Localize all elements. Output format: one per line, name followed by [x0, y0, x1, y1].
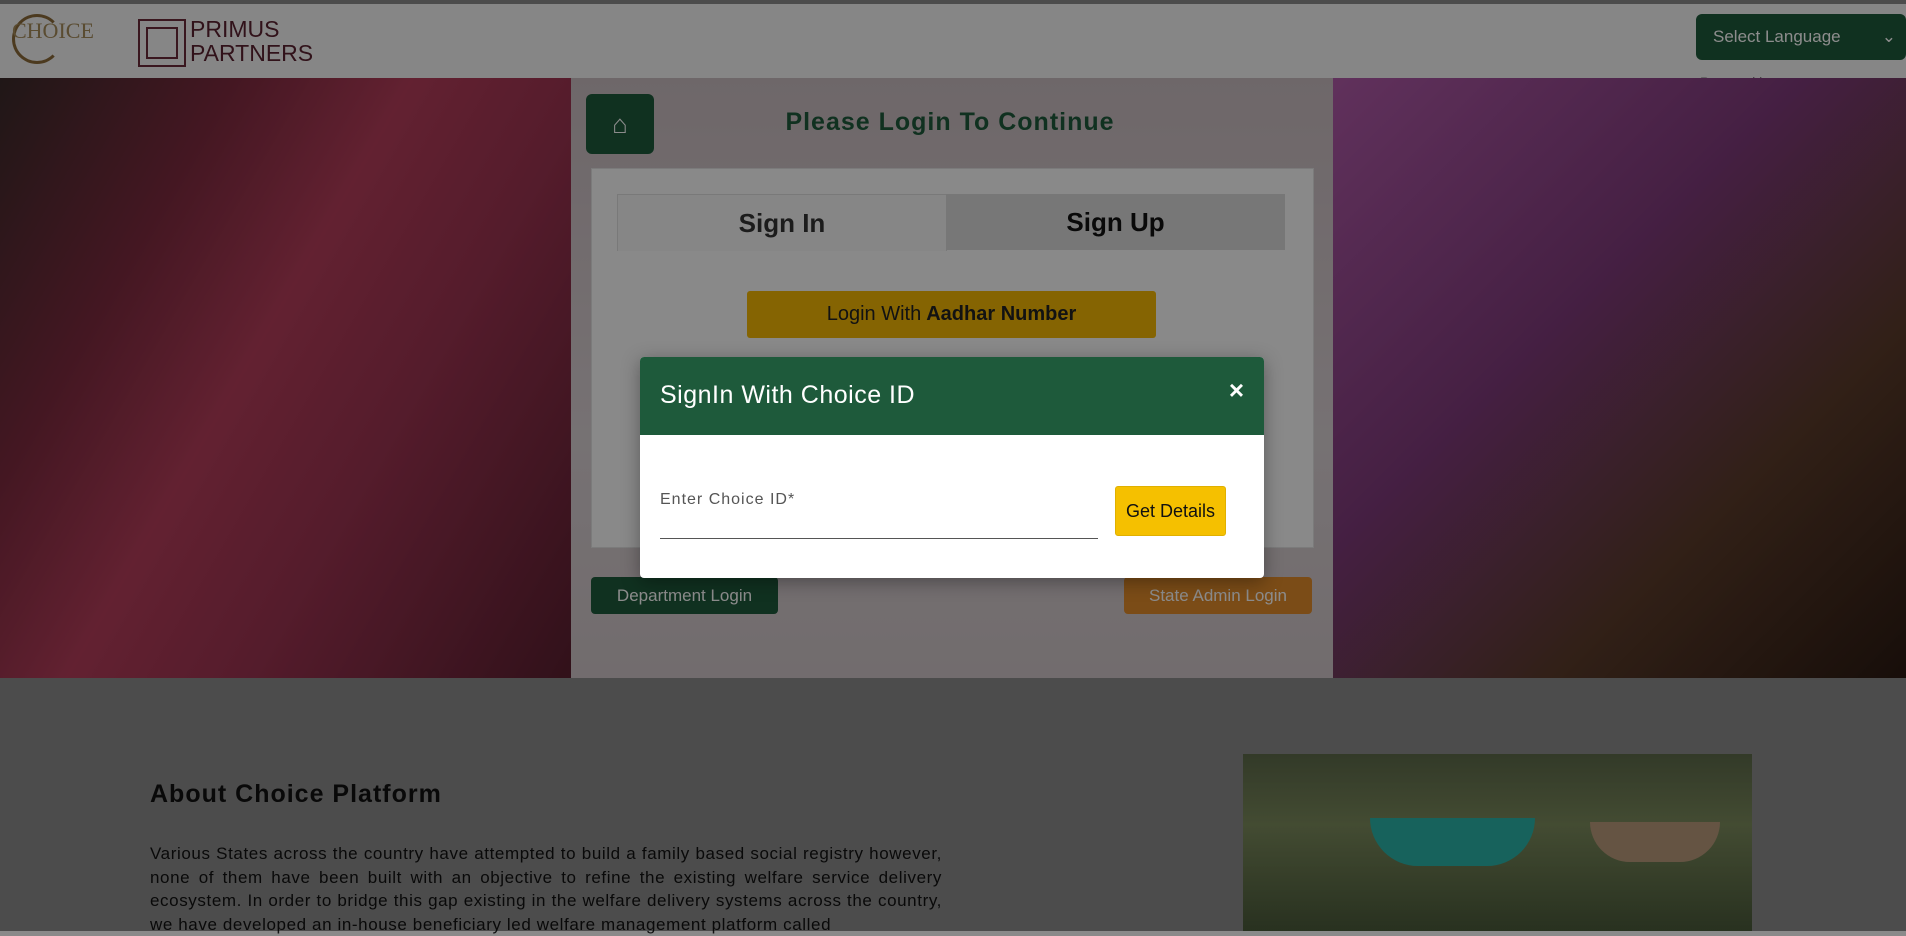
signin-choice-modal: SignIn With Choice ID × Enter Choice ID*…	[640, 357, 1264, 578]
get-details-button[interactable]: Get Details	[1115, 486, 1226, 536]
close-icon[interactable]: ×	[1229, 377, 1244, 403]
choice-id-input[interactable]	[660, 485, 1098, 539]
modal-title: SignIn With Choice ID	[660, 381, 916, 409]
